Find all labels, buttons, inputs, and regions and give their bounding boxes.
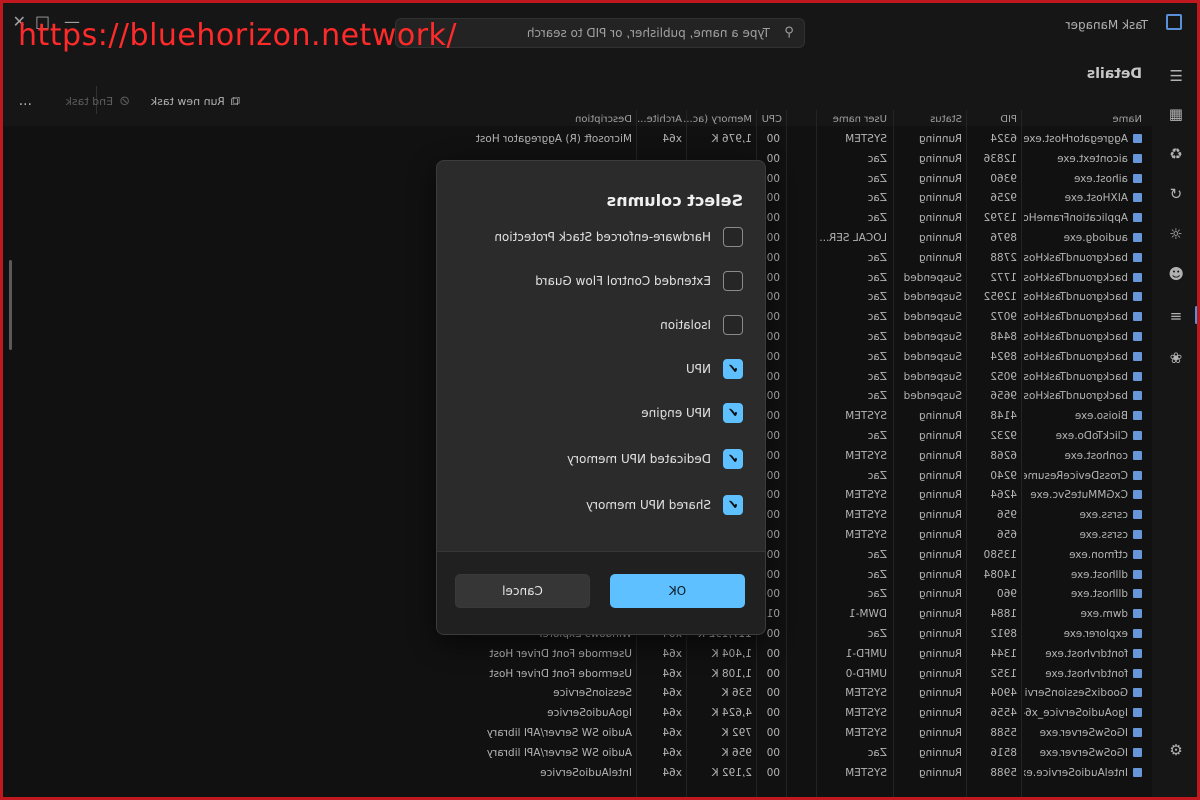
column-option-label: Shared NPU memory (585, 498, 711, 512)
column-option[interactable]: Extended Control Flow Guard (535, 269, 743, 293)
column-option[interactable]: Isolation (660, 313, 743, 337)
checkmark-icon: ✔ (727, 361, 739, 377)
dialog-title: Select columns (606, 191, 743, 210)
column-option-label: NPU (686, 362, 711, 376)
cancel-button[interactable]: Cancel (455, 574, 590, 608)
column-option-label: Isolation (660, 318, 711, 332)
checkbox-unchecked[interactable] (723, 227, 743, 247)
checkmark-icon: ✔ (727, 497, 739, 513)
column-option[interactable]: ✔ NPU engine (641, 401, 743, 425)
checkbox-checked[interactable]: ✔ (723, 449, 743, 469)
dialog-footer: OK Cancel (436, 551, 765, 635)
select-columns-dialog: Select columns Hardware-enforced Stack P… (436, 160, 766, 635)
checkbox-checked[interactable]: ✔ (723, 495, 743, 515)
checkbox-unchecked[interactable] (723, 315, 743, 335)
checkbox-checked[interactable]: ✔ (723, 403, 743, 423)
checkmark-icon: ✔ (727, 405, 739, 421)
column-option[interactable]: ✔ Dedicated NPU memory (567, 447, 743, 471)
column-option-label: Extended Control Flow Guard (535, 274, 711, 288)
checkmark-icon: ✔ (727, 451, 739, 467)
column-option-label: Dedicated NPU memory (567, 452, 711, 466)
column-option-label: Hardware-enforced Stack Protection (494, 230, 711, 244)
column-option-label: NPU engine (641, 406, 711, 420)
column-option[interactable]: ✔ NPU (686, 357, 743, 381)
ok-button[interactable]: OK (610, 574, 745, 608)
checkbox-checked[interactable]: ✔ (723, 359, 743, 379)
column-option[interactable]: ✔ Shared NPU memory (586, 493, 743, 517)
checkbox-unchecked[interactable] (723, 271, 743, 291)
watermark-url: https://bluehorizon.network/ (18, 18, 458, 53)
column-option[interactable]: Hardware-enforced Stack Protection (494, 225, 743, 249)
task-manager-window: Task Manager ⚲ — □ ✕ ☰ ▦ ♻ ↺ ☼ ☻ ≡ ❀ ⚙ D… (0, 0, 1200, 800)
mirrored-view: Task Manager ⚲ — □ ✕ ☰ ▦ ♻ ↺ ☼ ☻ ≡ ❀ ⚙ D… (0, 0, 1200, 800)
